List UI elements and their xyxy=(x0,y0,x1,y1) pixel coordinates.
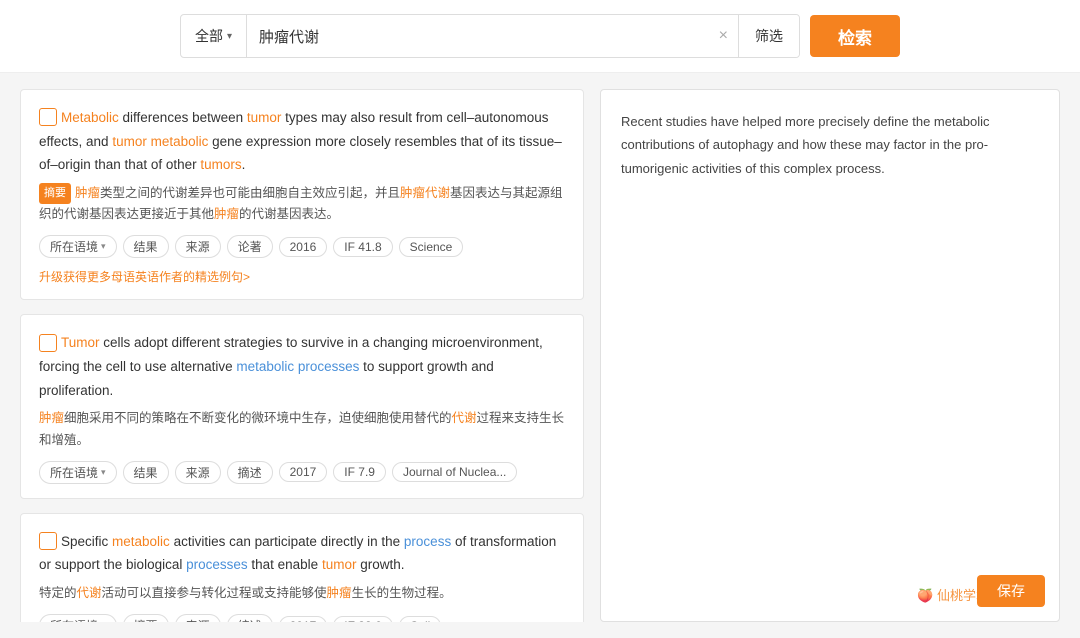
tag-chevron-icon-3: ▾ xyxy=(101,620,106,622)
category-label: 全部 xyxy=(195,26,223,46)
tag-context-2[interactable]: 所在语境 ▾ xyxy=(39,461,117,484)
search-input[interactable] xyxy=(247,15,709,57)
tag-result-2[interactable]: 结果 xyxy=(123,461,169,484)
tag-type-3[interactable]: 综述 xyxy=(227,614,273,622)
tag-context-3[interactable]: 所在语境 ▾ xyxy=(39,614,117,622)
tag-type-2[interactable]: 摘述 xyxy=(227,461,273,484)
tag-result-1[interactable]: 结果 xyxy=(123,235,169,258)
tag-chevron-icon-2: ▾ xyxy=(101,467,106,478)
upgrade-link-1[interactable]: 升级获得更多母语英语作者的精选例句> xyxy=(39,268,565,285)
result-icon-1 xyxy=(39,108,57,126)
tag-year-1[interactable]: 2016 xyxy=(279,237,328,257)
right-panel: Recent studies have helped more precisel… xyxy=(600,89,1060,622)
tag-if-1[interactable]: IF 41.8 xyxy=(333,237,392,257)
tags-row-1: 所在语境 ▾ 结果 来源 论著 2016 IF 41.8 Science xyxy=(39,235,565,258)
tag-result-3[interactable]: 摘要 xyxy=(123,614,169,622)
tags-row-3: 所在语境 ▾ 摘要 来源 综述 2017 IF 38.6 Cell xyxy=(39,614,565,622)
result-en-text-1: Metabolic differences between tumor type… xyxy=(39,106,565,177)
chevron-down-icon: ▾ xyxy=(227,31,232,42)
filter-button[interactable]: 筛选 xyxy=(738,15,799,57)
result-cn-text-2: 肿瘤细胞采用不同的策略在不断变化的微环境中生存，迫使细胞使用替代的代谢过程来支持… xyxy=(39,408,565,451)
tag-if-3[interactable]: IF 38.6 xyxy=(333,616,392,622)
result-item-2: Tumor cells adopt different strategies t… xyxy=(20,314,584,498)
tag-journal-3[interactable]: Cell xyxy=(399,616,442,622)
tag-type-1[interactable]: 论著 xyxy=(227,235,273,258)
search-container: 全部 ▾ × 筛选 xyxy=(180,14,800,58)
result-en-text-3: Specific metabolic activities can partic… xyxy=(39,530,565,577)
result-item: Metabolic differences between tumor type… xyxy=(20,89,584,300)
result-icon-3 xyxy=(39,532,57,550)
cn-badge-1: 摘要 xyxy=(39,183,71,204)
category-selector[interactable]: 全部 ▾ xyxy=(181,15,247,57)
right-panel-text: Recent studies have helped more precisel… xyxy=(621,110,1039,180)
main-content: Metabolic differences between tumor type… xyxy=(0,73,1080,638)
tag-chevron-icon: ▾ xyxy=(101,241,106,252)
tag-year-3[interactable]: 2017 xyxy=(279,616,328,622)
result-en-text-2: Tumor cells adopt different strategies t… xyxy=(39,331,565,402)
result-cn-text-3: 特定的代谢活动可以直接参与转化过程或支持能够使肿瘤生长的生物过程。 xyxy=(39,583,565,604)
tag-if-2[interactable]: IF 7.9 xyxy=(333,462,386,482)
tag-source-2[interactable]: 来源 xyxy=(175,461,221,484)
top-bar: 全部 ▾ × 筛选 检索 xyxy=(0,0,1080,73)
tag-journal-2[interactable]: Journal of Nuclea... xyxy=(392,462,517,482)
tag-source-3[interactable]: 来源 xyxy=(175,614,221,622)
search-button[interactable]: 检索 xyxy=(810,15,900,57)
tag-year-2[interactable]: 2017 xyxy=(279,462,328,482)
tag-journal-1[interactable]: Science xyxy=(399,237,464,257)
tag-source-1[interactable]: 来源 xyxy=(175,235,221,258)
save-button[interactable]: 保存 xyxy=(977,575,1045,607)
result-icon-2 xyxy=(39,334,57,352)
result-cn-text-1: 摘要肿瘤类型之间的代谢差异也可能由细胞自主效应引起，并且肿瘤代谢基因表达与其起源… xyxy=(39,183,565,226)
logo-icon: 🍑 xyxy=(917,588,933,603)
result-item-3: Specific metabolic activities can partic… xyxy=(20,513,584,622)
tag-context-1[interactable]: 所在语境 ▾ xyxy=(39,235,117,258)
tags-row-2: 所在语境 ▾ 结果 来源 摘述 2017 IF 7.9 Journal of N… xyxy=(39,461,565,484)
clear-button[interactable]: × xyxy=(709,27,738,45)
left-panel: Metabolic differences between tumor type… xyxy=(20,89,584,622)
